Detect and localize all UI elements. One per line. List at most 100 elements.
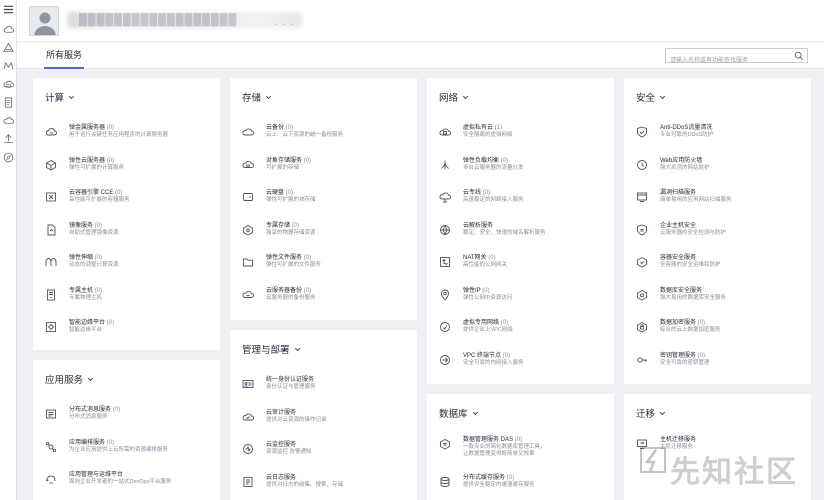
service-item[interactable]: 弹性文件服务 (0) 弹性可扩展的文件服务 [242, 254, 412, 278]
service-item[interactable]: 云服务器备份 (0) 云服务器的备份服务 [242, 287, 412, 311]
document-icon[interactable] [3, 97, 14, 108]
service-name[interactable]: 智能边缘平台 (0) [69, 319, 114, 327]
service-item[interactable]: 容器安全服务 全容器的安全运维和防护 [636, 254, 806, 278]
service-name[interactable]: 密钥管理服务 (0) [660, 352, 705, 360]
search-box[interactable] [665, 48, 808, 68]
service-name[interactable]: 弹性伸缩 (0) [69, 254, 102, 262]
cloud-outline-icon[interactable] [3, 115, 14, 126]
service-name[interactable]: 容器安全服务 [660, 254, 696, 262]
cloud-icon[interactable] [3, 24, 14, 35]
service-item[interactable]: 密钥管理服务 (0) 安全可靠的密钥管理 [636, 352, 806, 376]
service-item[interactable]: VPC 终端节点 (0) 安全可靠的内网接入服务 [439, 352, 609, 376]
service-item[interactable]: 数据管理服务 DAS (0) 一款专业的简化数据库管理工具， 让数据管理变得既简单又… [439, 436, 609, 460]
service-item[interactable]: 数据加密服务 (0) 综合的云上数据加密服务 [636, 319, 806, 343]
service-name[interactable]: 分布式消息服务 (0) [69, 406, 120, 414]
chevron-down-icon[interactable] [68, 94, 75, 101]
service-name[interactable]: 云硬盘 (0) [266, 189, 293, 197]
category-header[interactable]: 迁移 [636, 406, 666, 420]
service-name[interactable]: VPC 终端节点 (0) [463, 352, 510, 360]
service-name[interactable]: 主机迁移服务 [660, 436, 696, 444]
service-name[interactable]: 对象存储服务 (0) [266, 157, 311, 165]
category-header[interactable]: 管理与部署 [242, 342, 301, 356]
service-item[interactable]: 云审计服务 提供对云资源的操作记录 [242, 409, 412, 433]
chevron-down-icon[interactable] [294, 346, 301, 353]
chevron-down-icon[interactable] [87, 376, 94, 383]
service-name[interactable]: 专属主机 (0) [69, 287, 102, 295]
service-name[interactable]: 弹金属服务器 (0) [69, 124, 114, 132]
service-item[interactable]: 云专线 (0) 高速稳定的网络接入服务 [439, 189, 609, 213]
service-item[interactable]: 弹性IP (0) 弹性公网IP资源访问 [439, 287, 609, 311]
service-name[interactable]: 应用管理与运维平台 [69, 471, 123, 479]
service-item[interactable]: 企业主机安全 云服务器的安全检测与防护 [636, 222, 806, 246]
category-header[interactable]: 应用服务 [45, 372, 94, 386]
chevron-down-icon[interactable] [472, 410, 479, 417]
service-name[interactable]: 云容器引擎 CCE (0) [69, 189, 122, 197]
service-item[interactable]: 云容器引擎 CCE (0) 高性能可扩展的容器服务 [45, 189, 215, 213]
service-item[interactable]: 分布式消息服务 (0) 分布式消息服务 [45, 406, 215, 430]
chevron-down-icon[interactable] [265, 94, 272, 101]
service-item[interactable]: 云日志服务 提供对日志的收集、搜索、存储 [242, 474, 412, 498]
service-item[interactable]: Anti-DDoS流量清洗 专业可靠的DDoS防护 [636, 124, 806, 148]
service-name[interactable]: 云专线 (0) [463, 189, 490, 197]
service-item[interactable]: 弹性负载均衡 (0) 多台云服务器的流量分发 [439, 157, 609, 181]
service-name[interactable]: 统一身份认证服务 [266, 376, 314, 384]
category-header[interactable]: 网络 [439, 90, 469, 104]
service-name[interactable]: 云服务器备份 (0) [266, 287, 311, 295]
service-item[interactable]: 云备份 (0) 云上、云下资源的统一备份服务 [242, 124, 412, 148]
service-item[interactable]: 云硬盘 (0) 弹性可扩展的块存储 [242, 189, 412, 213]
category-header[interactable]: 计算 [45, 90, 75, 104]
tab-all-services[interactable]: 所有服务 [44, 47, 85, 69]
chevron-down-icon[interactable] [659, 410, 666, 417]
service-name[interactable]: 弹性IP (0) [463, 287, 490, 295]
service-item[interactable]: NAT网关 (0) 高性能的公网网关 [439, 254, 609, 278]
service-name[interactable]: 数据管理服务 DAS (0) [463, 436, 522, 444]
service-item[interactable]: 弹性云服务器 (0) 弹性可扩展的计算服务 [45, 157, 215, 181]
menu-icon[interactable] [3, 4, 14, 15]
service-name[interactable]: 云日志服务 [266, 474, 296, 482]
service-item[interactable]: 镜像服务 (0) 自助式管理镜像资源 [45, 222, 215, 246]
service-name[interactable]: 云监控服务 [266, 441, 296, 449]
service-item[interactable]: 云解析服务 稳定、安全、快速的域名解析服务 [439, 222, 609, 246]
service-item[interactable]: 专属存储 (0) 独享的物理存储资源 [242, 222, 412, 246]
service-item[interactable]: 弹性伸缩 (0) 动态的调整计算资源 [45, 254, 215, 278]
cloud-store-icon[interactable] [3, 79, 14, 90]
service-item[interactable]: Web应用防火墙 强大灵活的网站防护 [636, 157, 806, 181]
service-item[interactable]: 虚拟专用网络 (0) 提供企业上VPC网络 [439, 319, 609, 343]
service-item[interactable]: 虚拟私有云 (1) 安全隔离的虚拟网络 [439, 124, 609, 148]
chevron-down-icon[interactable] [462, 94, 469, 101]
service-name[interactable]: 专属存储 (0) [266, 222, 299, 230]
service-item[interactable]: 漏洞扫描服务 简单易用的应用网站扫描服务 [636, 189, 806, 213]
service-name[interactable]: 云审计服务 [266, 409, 296, 417]
service-name[interactable]: Anti-DDoS流量清洗 [660, 124, 712, 132]
service-name[interactable]: Web应用防火墙 [660, 157, 702, 165]
service-name[interactable]: 虚拟私有云 (1) [463, 124, 502, 132]
service-item[interactable]: 数据库安全服务 强大易用的数据库安全服务 [636, 287, 806, 311]
service-name[interactable]: 云解析服务 [463, 222, 493, 230]
upload-icon[interactable] [3, 133, 14, 144]
service-name[interactable]: 漏洞扫描服务 [660, 189, 696, 197]
service-item[interactable]: 弹金属服务器 (0) 用于运行关键任务应用程序的计算服务器 [45, 124, 215, 148]
service-name[interactable]: 弹性文件服务 (0) [266, 254, 311, 262]
compass-icon[interactable] [3, 152, 14, 163]
service-name[interactable]: 弹性负载均衡 (0) [463, 157, 508, 165]
service-item[interactable]: 对象存储服务 (0) 可扩展的存储 [242, 157, 412, 181]
triangle-icon[interactable] [3, 42, 14, 53]
service-name[interactable]: 数据加密服务 (0) [660, 319, 705, 327]
service-item[interactable]: 分布式缓存服务 (0) 提供安全稳定的缓速缓存服务 [439, 474, 609, 498]
service-name[interactable]: NAT网关 (0) [463, 254, 496, 262]
service-name[interactable]: 虚拟专用网络 (0) [463, 319, 508, 327]
service-name[interactable]: 企业主机安全 [660, 222, 696, 230]
service-item[interactable]: 统一身份认证服务 身份认证与管理服务 [242, 376, 412, 400]
service-name[interactable]: 弹性云服务器 (0) [69, 157, 114, 165]
service-name[interactable]: 镜像服务 (0) [69, 222, 102, 230]
search-input[interactable] [666, 54, 791, 68]
service-item[interactable]: 智能边缘平台 (0) 智能边缘平台 [45, 319, 215, 343]
service-item[interactable]: 应用编排服务 (0) 为企业应用提供上云所需的资源编排服务 [45, 439, 215, 463]
network-icon[interactable] [3, 60, 14, 71]
service-item[interactable]: 主机迁移服务 主机迁移服务 [636, 436, 806, 460]
category-header[interactable]: 存储 [242, 90, 272, 104]
service-item[interactable]: 云监控服务 资源监控 告警通知 [242, 441, 412, 465]
search-icon[interactable] [794, 51, 804, 61]
chevron-down-icon[interactable] [659, 94, 666, 101]
service-item[interactable]: 专属主机 (0) 专属物理主机 [45, 287, 215, 311]
